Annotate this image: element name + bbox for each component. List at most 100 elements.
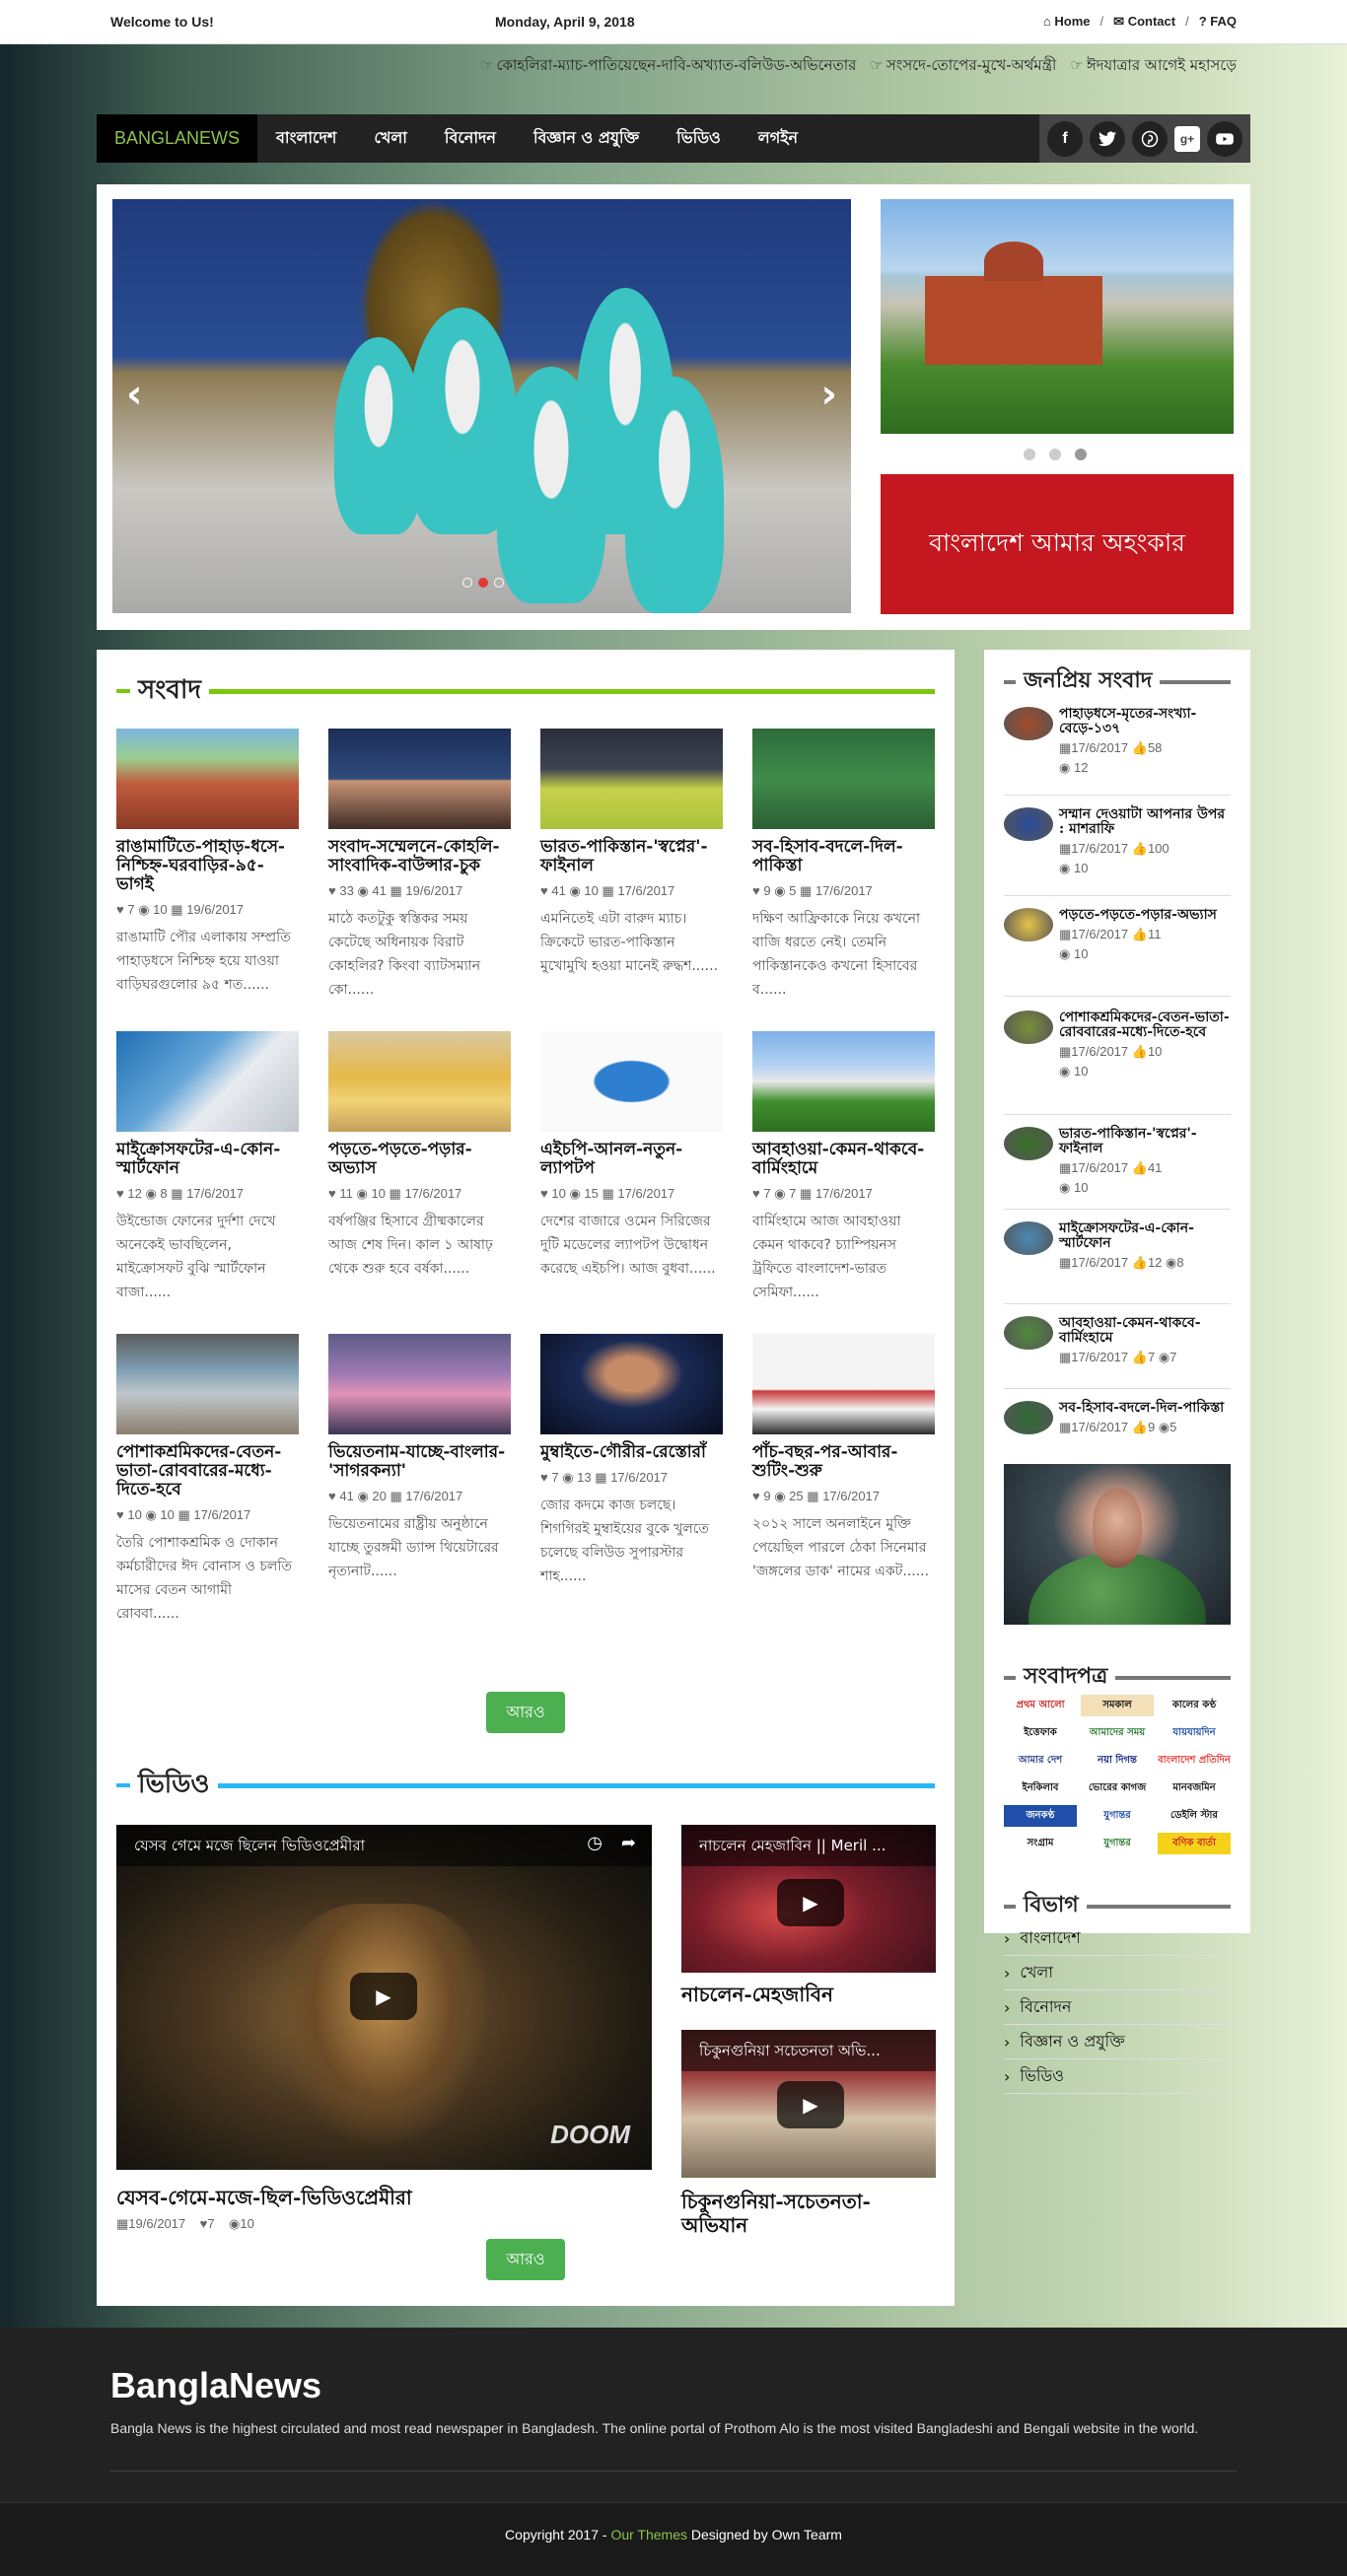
nav-item-entertainment[interactable]: বিনোদন [426,125,515,152]
popular-title[interactable]: পড়তে-পড়তে-পড়ার-অভ্যাস [1059,908,1217,923]
category-link[interactable]: › বাংলাদেশ [1004,1921,1231,1956]
popular-thumbnail[interactable] [1004,908,1053,941]
newspaper-logo[interactable]: প্রথম আলো [1004,1695,1077,1716]
cricket-player-photo[interactable] [540,729,723,829]
play-icon[interactable]: ▶ [777,1879,844,1926]
popular-thumbnail[interactable] [1004,1010,1053,1044]
video-thumbnail[interactable]: নাচলেন মেহজাবিন || Meril ... ▶ [681,1825,936,1973]
newspaper-logo[interactable]: সমকাল [1081,1695,1154,1716]
newspaper-logo[interactable]: আমাদের সময় [1081,1722,1154,1744]
newspaper-logo[interactable]: মানবজমিন [1158,1777,1231,1799]
news-title[interactable]: পোশাকশ্রমিকদের-বেতন-ভাতা-রোববারের-মধ্যে-… [116,1443,299,1499]
play-icon[interactable]: ▶ [350,1973,417,2020]
news-title[interactable]: আবহাওয়া-কেমন-থাকবে-বার্মিংহামে [752,1141,935,1178]
news-title[interactable]: ভিয়েতনাম-যাচ্ছে-বাংলার-'সাগরকন্যা' [328,1443,511,1481]
popular-item[interactable]: পোশাকশ্রমিকদের-বেতন-ভাতা-রোববারের-মধ্যে-… [1004,1010,1231,1115]
news-title[interactable]: পড়তে-পড়তে-পড়ার-অভ্যাস [328,1141,511,1178]
category-link[interactable]: › ভিডিও [1004,2059,1231,2094]
home-link[interactable]: ⌂ Home [1043,14,1091,30]
popular-item[interactable]: সম্মান দেওয়াটা আপনার উপর : মাশরাফি ▦17/6… [1004,807,1231,896]
newspaper-logo[interactable]: ডেইলি স্টার [1158,1805,1231,1827]
popular-title[interactable]: আবহাওয়া-কেমন-থাকবে-বার্মিংহামে [1059,1316,1231,1346]
category-link[interactable]: › খেলা [1004,1956,1231,1990]
slider-dot[interactable] [462,578,472,588]
popular-thumbnail[interactable] [1004,1316,1053,1350]
news-title[interactable]: রাঙামাটিতে-পাহাড়-ধসে-নিশ্চিহ্ন-ঘরবাড়ির… [116,838,299,894]
share-icon[interactable]: ➦ [621,1833,636,1853]
news-card[interactable]: ভারত-পাকিস্তান-'স্বপ্নের'-ফাইনাল ♥ 41 ◉ 1… [540,729,723,978]
faq-link[interactable]: ? FAQ [1199,14,1237,30]
slider-dot[interactable] [494,578,504,588]
newspaper-logo[interactable]: কালের কণ্ঠ [1158,1695,1231,1716]
newspaper-logo[interactable]: জনকণ্ঠ [1004,1805,1077,1827]
nav-item-bangladesh[interactable]: বাংলাদেশ [257,125,355,152]
image-slider[interactable]: ‹ › [112,199,851,613]
popular-thumbnail[interactable] [1004,1127,1053,1160]
gauri-khan-photo[interactable] [540,1334,723,1434]
video-title[interactable]: চিকুনগুনিয়া-সচেতনতা-অভিযান [681,2190,936,2237]
ticker-item[interactable]: ☞ কোহলিরা-ম্যাচ-পাতিয়েছেন-দাবি-অখ্যাত-বল… [480,54,856,79]
promo-banner[interactable]: বাংলাদেশ আমার অহংকার [881,474,1234,614]
laptop-photo[interactable] [540,1031,723,1132]
actress-shooting-photo[interactable] [752,1334,935,1434]
clock-icon[interactable]: ◷ [587,1833,603,1853]
popular-item[interactable]: পড়তে-পড়তে-পড়ার-অভ্যাস ▦17/6/2017 👍11 ◉ … [1004,908,1231,997]
youtube-icon[interactable] [1207,120,1242,157]
slider-dot[interactable] [1049,449,1061,460]
garment-workers-photo[interactable] [116,1334,299,1434]
brand-logo[interactable]: BANGLANEWS [97,114,258,163]
popular-item[interactable]: পাহাড়ধসে-মৃতের-সংখ্যা-বেড়ে-১৩৭ ▦17/6/20… [1004,707,1231,796]
news-card[interactable]: পাঁচ-বছর-পর-আবার-শুটিং-শুরু ♥ 9 ◉ 25 ▦ 17… [752,1334,935,1583]
ticker-item[interactable]: ☞ সংসদে-তোপের-মুখে-অর্থমন্ত্রী [870,54,1056,79]
facebook-icon[interactable]: f [1047,120,1083,157]
popular-thumbnail[interactable] [1004,1221,1053,1255]
newspaper-logo[interactable]: নয়া দিগন্ত [1081,1750,1154,1772]
ticker-item[interactable]: ☞ ঈদযাত্রার আগেই মহাসড়ে [1070,54,1237,79]
nav-item-login[interactable]: লগইন [740,125,816,152]
play-icon[interactable]: ▶ [777,2081,844,2128]
twitter-icon[interactable] [1090,120,1125,157]
newspaper-logo[interactable]: সংগ্রাম [1004,1833,1077,1854]
news-title[interactable]: সব-হিসাব-বদলে-দিল-পাকিস্তা [752,838,935,875]
newspaper-logo[interactable]: বণিক বার্তা [1158,1833,1231,1854]
more-videos-button[interactable]: আরও [486,2239,565,2280]
news-card[interactable]: পড়তে-পড়তে-পড়ার-অভ্যাস ♥ 11 ◉ 10 ▦ 17/6… [328,1031,511,1281]
smartphone-photo[interactable] [116,1031,299,1132]
news-title[interactable]: মুম্বাইতে-গৌরীর-রেস্তোরাঁ [540,1443,723,1462]
news-card[interactable]: এইচপি-আনল-নতুন-ল্যাপটপ ♥ 10 ◉ 15 ▦ 17/6/2… [540,1031,723,1281]
stadium-photo[interactable] [752,1031,935,1132]
news-title[interactable]: ভারত-পাকিস্তান-'স্বপ্নের'-ফাইনাল [540,838,723,875]
lalbagh-fort-image[interactable] [881,199,1234,434]
newspaper-logo[interactable]: যুগান্তর [1081,1833,1154,1854]
newspaper-logo[interactable]: বাংলাদেশ প্রতিদিন [1158,1750,1231,1772]
kohli-press-photo[interactable] [328,729,511,829]
contact-link[interactable]: ✉ Contact [1113,14,1175,30]
video-title[interactable]: নাচলেন-মেহজাবিন [681,1981,833,2013]
featured-video[interactable]: যেসব গেমে মজে ছিলেন ভিডিওপ্রেমীরা ◷ ➦ ▶ … [116,1825,652,2170]
news-title[interactable]: পাঁচ-বছর-পর-আবার-শুটিং-শুরু [752,1443,935,1481]
news-card[interactable]: মুম্বাইতে-গৌরীর-রেস্তোরাঁ ♥ 7 ◉ 13 ▦ 17/6… [540,1334,723,1588]
news-card[interactable]: সব-হিসাব-বদলে-দিল-পাকিস্তা ♥ 9 ◉ 5 ▦ 17/6… [752,729,935,1002]
popular-title[interactable]: মাইক্রোসফটের-এ-কোন-স্মার্টফোন [1059,1221,1231,1251]
newspaper-logo[interactable]: যায়যায়দিন [1158,1722,1231,1744]
slider-next-icon[interactable]: › [821,372,837,417]
news-title[interactable]: সংবাদ-সম্মেলনে-কোহলি-সাংবাদিক-বাউন্সার-চ… [328,838,511,875]
popular-thumbnail[interactable] [1004,1401,1053,1434]
popular-item[interactable]: মাইক্রোসফটের-এ-কোন-স্মার্টফোন ▦17/6/2017 … [1004,1221,1231,1304]
category-link[interactable]: › বিজ্ঞান ও প্রযুক্তি [1004,2025,1231,2059]
popular-thumbnail[interactable] [1004,807,1053,841]
pakistan-team-photo[interactable] [752,729,935,829]
news-card[interactable]: সংবাদ-সম্মেলনে-কোহলি-সাংবাদিক-বাউন্সার-চ… [328,729,511,1002]
more-news-button[interactable]: আরও [486,1692,565,1733]
dancers-photo[interactable] [328,1334,511,1434]
our-themes-link[interactable]: Our Themes [610,2527,687,2542]
reading-girl-photo[interactable] [328,1031,511,1132]
popular-title[interactable]: পাহাড়ধসে-মৃতের-সংখ্যা-বেড়ে-১৩৭ [1059,707,1231,736]
slider-dot[interactable] [478,578,488,588]
featured-video-title[interactable]: যেসব-গেমে-মজে-ছিল-ভিডিওপ্রেমীরা [116,2184,412,2216]
slider-dot[interactable] [1075,449,1087,460]
google-plus-icon[interactable]: g+ [1174,125,1200,152]
pinterest-icon[interactable] [1132,120,1168,157]
newspaper-logo[interactable]: ইত্তেফাক [1004,1722,1077,1744]
ad-image[interactable] [1004,1464,1231,1625]
